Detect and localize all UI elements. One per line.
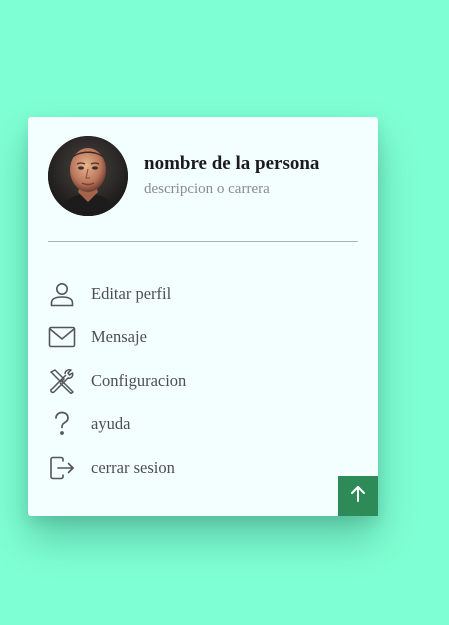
profile-menu-card: nombre de la persona descripcion o carre…: [28, 117, 378, 516]
menu-item-label: Configuracion: [91, 370, 187, 390]
divider: [48, 241, 358, 242]
question-icon: [48, 410, 76, 438]
arrow-up-icon: [349, 485, 367, 508]
menu-item-logout[interactable]: cerrar sesion: [48, 446, 358, 490]
profile-photo-icon: [48, 136, 128, 216]
menu-item-label: Editar perfil: [91, 283, 172, 303]
avatar: [48, 136, 128, 216]
menu-list: Editar perfil Mensaje Configuracion ayud…: [48, 272, 358, 490]
tools-icon: [48, 367, 76, 395]
profile-header: nombre de la persona descripcion o carre…: [48, 136, 358, 216]
scroll-to-top-button[interactable]: [338, 476, 378, 516]
menu-item-label: Mensaje: [91, 327, 147, 347]
menu-item-label: ayuda: [91, 414, 131, 434]
logout-icon: [48, 454, 76, 482]
profile-description: descripcion o carrera: [144, 181, 270, 197]
user-icon: [48, 280, 76, 308]
menu-item-help[interactable]: ayuda: [48, 403, 358, 447]
profile-name: nombre de la persona: [144, 153, 320, 174]
menu-item-label: cerrar sesion: [91, 457, 175, 477]
menu-item-message[interactable]: Mensaje: [48, 316, 358, 360]
menu-item-edit-profile[interactable]: Editar perfil: [48, 272, 358, 316]
menu-item-settings[interactable]: Configuracion: [48, 359, 358, 403]
envelope-icon: [48, 323, 76, 351]
